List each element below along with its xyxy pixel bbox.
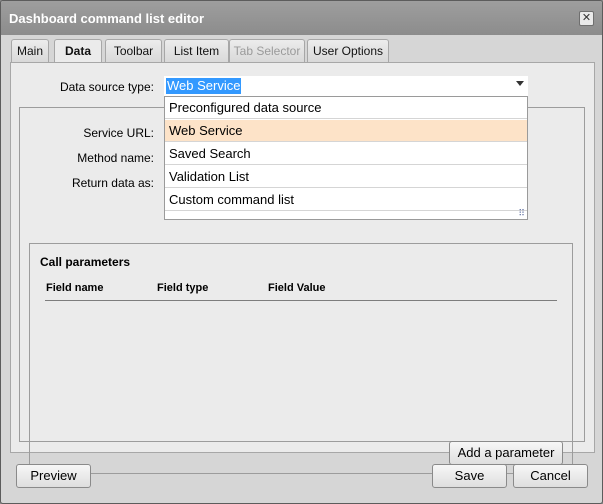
column-header-field-name: Field name bbox=[46, 282, 104, 294]
column-header-field-type: Field type bbox=[157, 282, 209, 294]
add-parameter-button[interactable]: Add a parameter bbox=[449, 441, 563, 465]
title-bar[interactable]: Dashboard command list editor ✕ bbox=[1, 1, 602, 35]
data-source-dropdown: Preconfigured data source Web Service Sa… bbox=[164, 96, 528, 220]
dropdown-option-web-service[interactable]: Web Service bbox=[165, 120, 527, 142]
data-source-label: Data source type: bbox=[59, 80, 154, 94]
call-parameters-group: Call parameters Field name Field type Fi… bbox=[29, 243, 573, 474]
preview-button[interactable]: Preview bbox=[16, 464, 91, 488]
data-source-select[interactable]: Web Service bbox=[164, 76, 528, 96]
service-url-label: Service URL: bbox=[83, 126, 154, 140]
editor-dialog: Dashboard command list editor ✕ Main Dat… bbox=[0, 0, 603, 504]
column-header-field-value: Field Value bbox=[268, 282, 326, 294]
dropdown-option-custom-command-list[interactable]: Custom command list bbox=[165, 189, 527, 211]
resize-grip-icon[interactable]: ⠿ bbox=[518, 209, 525, 218]
tab-data[interactable]: Data bbox=[54, 39, 102, 64]
tab-list-item[interactable]: List Item bbox=[164, 39, 229, 62]
header-divider bbox=[45, 300, 557, 301]
chevron-down-icon[interactable] bbox=[516, 81, 524, 86]
dropdown-option-preconfigured[interactable]: Preconfigured data source bbox=[165, 97, 527, 119]
save-button[interactable]: Save bbox=[432, 464, 507, 488]
dialog-title: Dashboard command list editor bbox=[9, 11, 205, 26]
dropdown-option-saved-search[interactable]: Saved Search bbox=[165, 143, 527, 165]
tab-toolbar[interactable]: Toolbar bbox=[105, 39, 162, 62]
tab-main[interactable]: Main bbox=[11, 39, 49, 62]
data-source-value: Web Service bbox=[166, 78, 242, 94]
tab-tab-selector: Tab Selector bbox=[229, 39, 305, 62]
tab-user-options[interactable]: User Options bbox=[307, 39, 389, 62]
call-parameters-title: Call parameters bbox=[40, 255, 131, 269]
dropdown-option-validation-list[interactable]: Validation List bbox=[165, 166, 527, 188]
return-data-label: Return data as: bbox=[71, 176, 154, 190]
method-name-label: Method name: bbox=[77, 151, 154, 165]
cancel-button[interactable]: Cancel bbox=[513, 464, 588, 488]
close-icon[interactable]: ✕ bbox=[579, 11, 594, 26]
